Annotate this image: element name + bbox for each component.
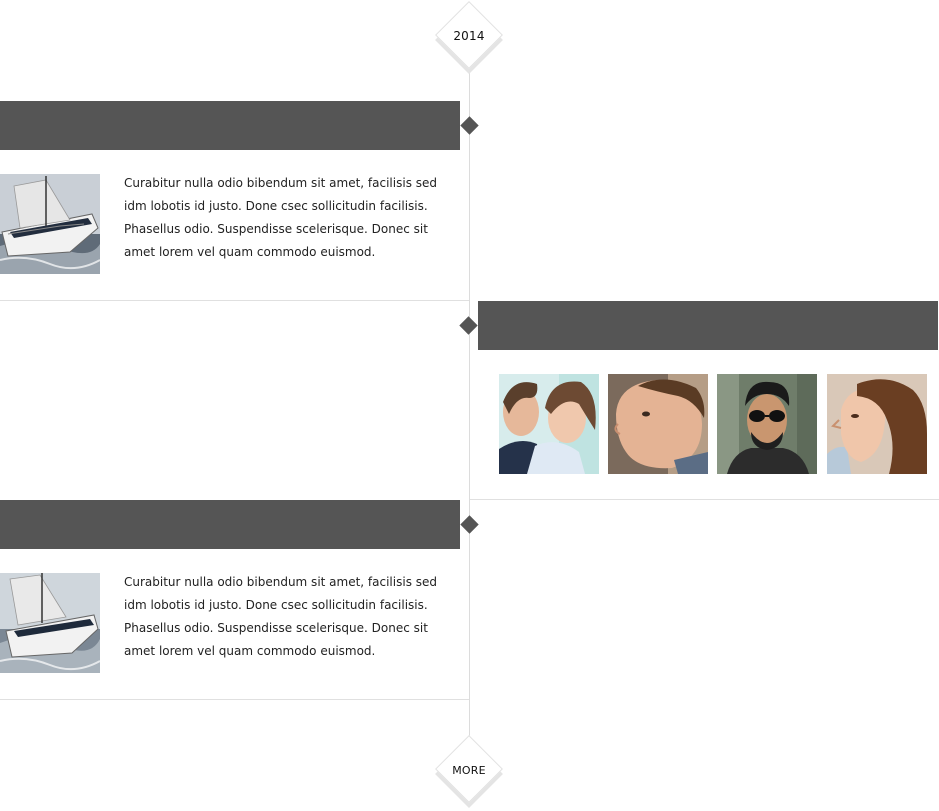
entry-3-header-bar	[0, 500, 460, 549]
entry-3-text: Curabitur nulla odio bibendum sit amet, …	[124, 575, 438, 658]
year-label: 2014	[453, 29, 485, 43]
entry-2-node-icon	[459, 316, 478, 335]
sailboat-thumbnail[interactable]	[0, 174, 100, 274]
entry-1-node-icon	[460, 116, 479, 135]
couple-photo[interactable]	[499, 374, 599, 474]
entry-2-header-bar	[478, 301, 938, 350]
timeline-page: 2014 Curabitur nulla odio bibendum sit a…	[0, 0, 939, 811]
entry-3-node-icon	[460, 515, 479, 534]
entry-1-header-bar	[0, 101, 460, 150]
entry-1-text: Curabitur nulla odio bibendum sit amet, …	[124, 176, 438, 259]
entry-2-separator	[470, 499, 939, 500]
woman-profile-photo[interactable]	[827, 374, 927, 474]
entry-1-separator	[0, 300, 469, 301]
more-label: MORE	[452, 764, 486, 777]
sailboat-thumbnail-2[interactable]	[0, 573, 100, 673]
man-sunglasses-photo[interactable]	[717, 374, 817, 474]
entry-3-separator	[0, 699, 469, 700]
man-profile-photo[interactable]	[608, 374, 708, 474]
year-badge: 2014	[434, 0, 504, 76]
timeline-line	[469, 40, 470, 770]
more-button[interactable]: MORE	[434, 734, 504, 810]
